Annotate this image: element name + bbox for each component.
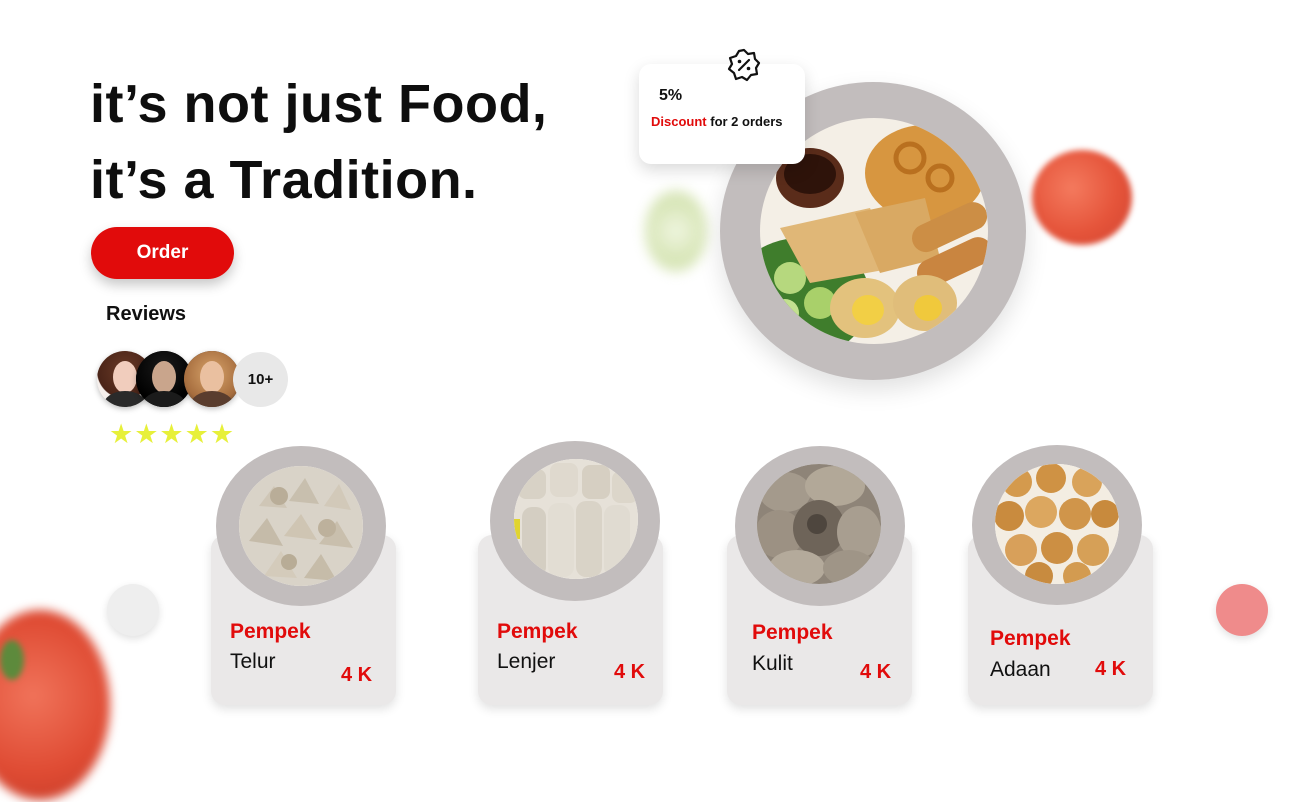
product-category: Pempek	[990, 627, 1071, 650]
product-price: 4 K	[860, 661, 892, 683]
product-price: 4 K	[1095, 658, 1127, 680]
tomato-decoration-top-right	[1032, 150, 1132, 245]
discount-card[interactable]: 5% Discount for 2 orders	[639, 64, 805, 164]
carousel-prev-button[interactable]	[107, 584, 159, 636]
pempek-adaan-illustration	[995, 464, 1119, 584]
discount-percent: 5%	[659, 87, 683, 104]
product-category: Pempek	[497, 620, 578, 643]
pempek-lenjer-illustration	[514, 459, 638, 579]
headline-line-2: it’s a Tradition.	[90, 150, 478, 210]
more-reviewers-count[interactable]: 10+	[233, 352, 288, 407]
product-name: Lenjer	[497, 650, 556, 673]
discount-text: Discount for 2 orders	[651, 114, 782, 129]
pempek-kulit-illustration	[757, 464, 881, 584]
tomato-decoration-bottom-left	[0, 610, 110, 800]
discount-badge-icon	[727, 48, 761, 82]
discount-condition: for 2 orders	[706, 114, 783, 129]
tomato-leaf-decoration	[0, 640, 24, 680]
product-price: 4 K	[341, 664, 373, 686]
product-name: Telur	[230, 650, 276, 673]
product-price: 4 K	[614, 661, 646, 683]
product-image-adaan	[995, 464, 1119, 584]
avatar-face	[113, 361, 137, 393]
product-image-telur	[239, 466, 363, 586]
reviews-title: Reviews	[106, 303, 187, 325]
product-category: Pempek	[752, 621, 833, 644]
carousel-next-button[interactable]	[1216, 584, 1268, 636]
discount-highlight: Discount	[651, 114, 707, 129]
hero-headline: it’s not just Food, it’s a Tradition.	[90, 66, 547, 218]
order-button[interactable]: Order	[91, 227, 234, 279]
product-name: Kulit	[752, 652, 793, 675]
headline-line-1: it’s not just Food,	[90, 74, 548, 134]
avatar-face	[152, 361, 176, 393]
lime-decoration	[645, 190, 707, 272]
pempek-telur-illustration	[239, 466, 363, 586]
product-category: Pempek	[230, 620, 311, 643]
rating-stars: ★★★★★	[109, 419, 236, 449]
product-image-kulit	[757, 464, 881, 584]
product-image-lenjer	[514, 459, 638, 579]
reviewer-avatar-3[interactable]	[184, 351, 240, 407]
product-name: Adaan	[990, 658, 1051, 681]
avatar-face	[200, 361, 224, 393]
